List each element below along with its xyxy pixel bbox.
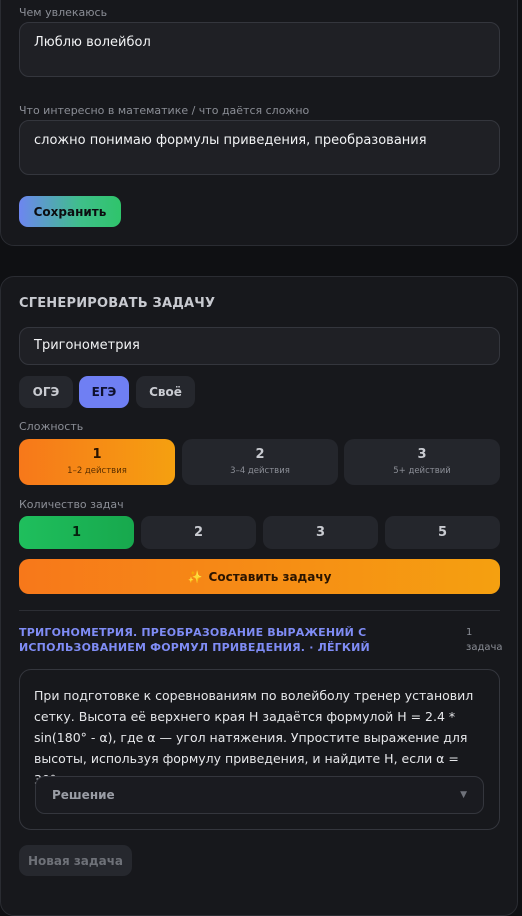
new-task-button[interactable]: Новая задача	[19, 845, 132, 876]
topic-input[interactable]: Тригонометрия	[19, 327, 500, 365]
hobby-field[interactable]: Люблю волейбол	[19, 22, 500, 77]
count-2-button[interactable]: 2	[141, 516, 256, 549]
difficulty-sub: 1–2 действия	[67, 466, 127, 476]
difficulty-level: 3	[417, 447, 427, 462]
task-title: ТРИГОНОМЕТРИЯ. ПРЕОБРАЗОВАНИЕ ВЫРАЖЕНИЙ …	[19, 626, 370, 654]
count-5-button[interactable]: 5	[385, 516, 500, 549]
math-field[interactable]: сложно понимаю формулы приведения, преоб…	[19, 120, 500, 175]
count-label: Количество задач	[19, 498, 124, 511]
difficulty-sub: 3–4 действия	[230, 466, 290, 476]
divider	[19, 610, 500, 611]
difficulty-level: 2	[255, 447, 265, 462]
solution-toggle[interactable]: Решение ▼	[35, 776, 484, 814]
difficulty-1-button[interactable]: 1 1–2 действия	[19, 439, 175, 485]
generator-title: СГЕНЕРИРОВАТЬ ЗАДАЧУ	[19, 296, 216, 311]
math-label: Что интересно в математике / что даётся …	[19, 104, 310, 117]
make-task-button[interactable]: ✨ Составить задачу	[19, 559, 500, 594]
difficulty-level: 1	[92, 447, 102, 462]
solution-label: Решение	[52, 788, 115, 802]
exam-oge-chip[interactable]: ОГЭ	[19, 376, 73, 408]
difficulty-3-button[interactable]: 3 5+ действий	[344, 439, 500, 485]
count-3-button[interactable]: 3	[263, 516, 378, 549]
count-1-button[interactable]: 1	[19, 516, 134, 549]
hobby-label: Чем увлекаюсь	[19, 6, 108, 19]
exam-ege-chip[interactable]: ЕГЭ	[79, 376, 129, 408]
difficulty-2-button[interactable]: 2 3–4 действия	[182, 439, 338, 485]
chevron-down-icon: ▼	[460, 790, 467, 800]
task-count: 1 задача	[466, 627, 503, 653]
save-button[interactable]: Сохранить	[19, 196, 121, 227]
difficulty-label: Сложность	[19, 420, 84, 433]
make-task-label: Составить задачу	[208, 569, 332, 584]
exam-custom-chip[interactable]: Своё	[136, 376, 195, 408]
sparkles-icon: ✨	[187, 569, 203, 584]
difficulty-sub: 5+ действий	[393, 466, 451, 476]
task-text: При подготовке к соревнованиям по волейб…	[34, 688, 474, 787]
